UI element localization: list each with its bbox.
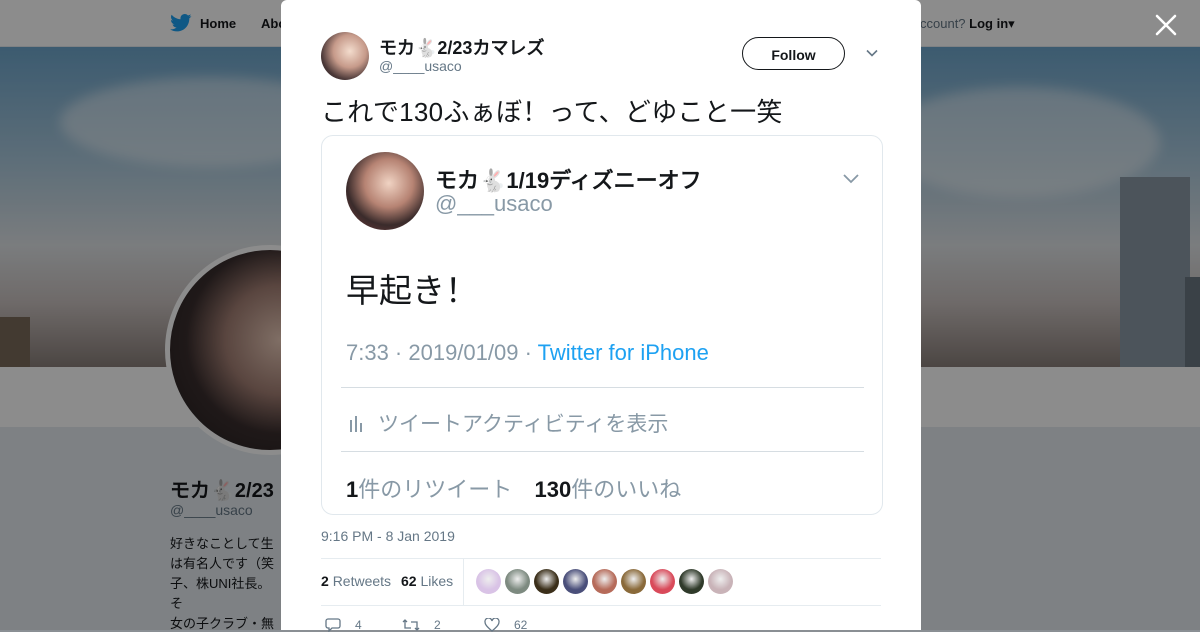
screenshot-avatar: [346, 152, 424, 230]
likes-label: Likes: [420, 573, 454, 589]
liker-avatar[interactable]: [476, 569, 501, 594]
screenshot-source: Twitter for iPhone: [537, 340, 709, 365]
liker-avatar[interactable]: [679, 569, 704, 594]
liker-avatar[interactable]: [621, 569, 646, 594]
author-avatar[interactable]: [321, 32, 369, 80]
screenshot-activity: ツイートアクティビティを表示: [348, 408, 668, 438]
screenshot-tweet-text: 早起き！: [346, 272, 478, 309]
screenshot-stats: 1件のリツイート 130件のいいね: [346, 472, 681, 504]
divider: [463, 559, 464, 605]
tweet-timestamp[interactable]: 9:16 PM - 8 Jan 2019: [321, 528, 455, 544]
likes-count: 62: [401, 573, 417, 589]
liker-avatar[interactable]: [650, 569, 675, 594]
follow-button[interactable]: Follow: [742, 37, 845, 70]
likes-stat[interactable]: 62 Likes: [401, 573, 453, 589]
chevron-down-icon[interactable]: [865, 46, 879, 60]
divider: [341, 451, 864, 452]
screenshot-activity-label: ツイートアクティビティを表示: [378, 413, 669, 436]
retweets-count: 2: [321, 573, 329, 589]
screenshot-meta: 7:33 · 2019/01/09 · Twitter for iPhone: [346, 340, 709, 366]
retweets-label: Retweets: [332, 573, 392, 589]
divider: [341, 387, 864, 388]
screenshot-time: 7:33 · 2019/01/09 ·: [346, 340, 538, 365]
screenshot-retweet-label: 件のリツイート: [358, 477, 513, 502]
divider: [321, 558, 881, 559]
liker-avatar[interactable]: [708, 569, 733, 594]
liker-avatar[interactable]: [534, 569, 559, 594]
chevron-down-icon: [843, 174, 859, 184]
close-icon[interactable]: [1154, 13, 1178, 37]
screenshot-retweet-count: 1: [346, 477, 359, 502]
tweet-modal: モカ🐇2/23カマレズ @____usaco Follow これで130ふぁぼ！…: [281, 0, 921, 632]
liker-avatar[interactable]: [592, 569, 617, 594]
author-handle[interactable]: @____usaco: [379, 58, 462, 74]
tweet-text: これで130ふぁぼ！って、どゆこと一笑: [321, 97, 783, 127]
screenshot-like-label: 件のいいね: [571, 477, 682, 502]
screenshot-author-handle: @___usaco: [435, 191, 553, 216]
attached-screenshot[interactable]: モカ🐇1/19ディズニーオフ @___usaco 早起き！ 7:33 · 201…: [321, 135, 883, 515]
liker-avatar[interactable]: [563, 569, 588, 594]
screenshot-like-count: 130: [534, 477, 572, 502]
bar-chart-icon: [350, 416, 362, 432]
liker-avatar[interactable]: [505, 569, 530, 594]
divider: [321, 605, 881, 606]
author-name[interactable]: モカ🐇2/23カマレズ: [379, 34, 544, 60]
retweets-stat[interactable]: 2 Retweets: [321, 573, 391, 589]
